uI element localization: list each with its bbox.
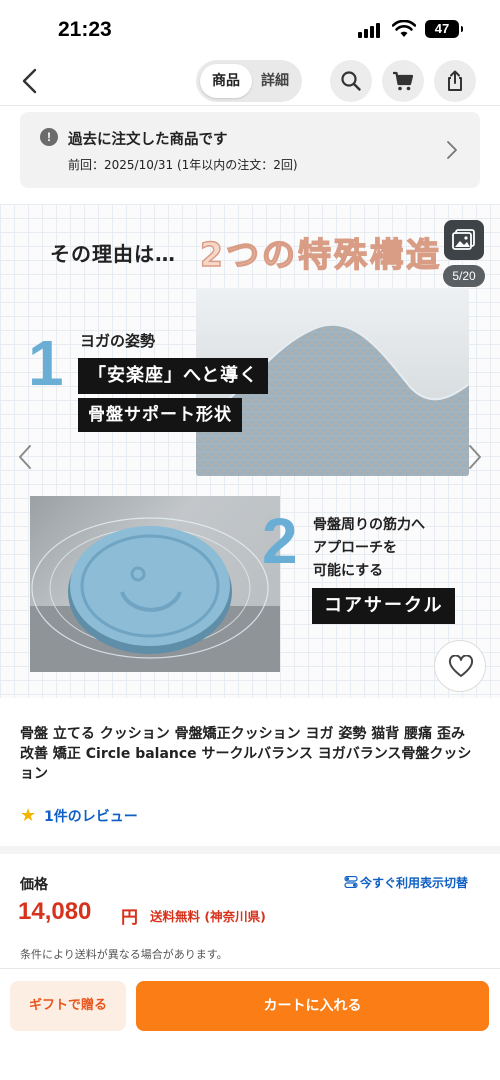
toggle-icon [344,876,358,888]
feature-2-line-3: 可能にする [313,563,384,579]
info-icon: ! [40,128,58,146]
shipping-info: 送料無料 (神奈川県) [150,909,266,924]
feature-2-number: 2 [262,505,298,577]
gallery-icon [452,229,475,250]
carousel-prev-button[interactable] [14,442,36,472]
back-icon [22,68,37,94]
carousel-headline-main: 2つの特殊構造 [199,234,442,274]
cellular-signal-icon [358,22,384,38]
search-icon [341,71,361,91]
product-title: 骨盤 立てる クッション 骨盤矯正クッション ヨガ 姿勢 猫背 腰痛 歪み 改善… [20,726,472,782]
display-toggle-label: 今すぐ利用表示切替 [360,876,469,890]
cart-icon [393,71,414,91]
feature-2-line-1: 骨盤周りの筋力へ [313,517,425,533]
share-icon [448,70,462,91]
battery-indicator: 47 [425,20,463,38]
status-time: 21:23 [58,18,112,41]
heart-icon [448,655,474,677]
section-divider [0,846,500,854]
past-order-title: 過去に注文した商品です [68,132,228,148]
past-order-detail: 前回：2025/10/31 (1年以内の注文：2回) [68,158,298,172]
product-detail-toggle: 商品 詳細 [196,60,302,102]
feature-1-label-a: 「安楽座」へと導く [78,358,269,394]
carousel-headline-lead: その理由は… [50,242,176,266]
feature-1-caption: ヨガの姿勢 [80,332,156,350]
wifi-icon [392,20,416,37]
nav-bar: 商品 詳細 [0,56,500,106]
cart-nav-button[interactable] [382,60,424,102]
price-unit: 円 [121,908,138,928]
star-icon: ★ [20,805,37,826]
product-image-carousel[interactable]: その理由は… 2つの特殊構造 5/20 1 ヨガの姿勢 「安楽座」へと導く 骨盤… [0,204,500,698]
gallery-button[interactable] [444,220,484,260]
display-toggle-link[interactable]: 今すぐ利用表示切替 [344,874,468,891]
review-link[interactable]: 1件のレビュー [44,806,138,826]
image-page-counter: 5/20 [443,265,485,287]
past-order-notice[interactable]: ! 過去に注文した商品です 前回：2025/10/31 (1年以内の注文：2回) [20,112,480,188]
tab-details[interactable]: 詳細 [252,64,298,98]
share-button[interactable] [434,60,476,102]
favorite-button[interactable] [434,640,486,692]
add-to-cart-button[interactable]: カートに入れる [136,981,489,1031]
core-circle-photo [30,496,280,672]
tab-product[interactable]: 商品 [200,64,252,98]
bottom-action-bar: ギフトで贈る カートに入れる [0,968,500,1080]
feature-2-label: コアサークル [312,588,456,624]
gift-button[interactable]: ギフトで贈る [10,981,126,1031]
feature-1-label-b: 骨盤サポート形状 [78,398,242,432]
search-button[interactable] [330,60,372,102]
price-label: 価格 [20,877,48,893]
back-button[interactable] [14,64,48,98]
feature-1-number: 1 [28,327,64,399]
status-bar: 21:23 47 [0,0,500,56]
price-value: 14,080 [18,898,92,925]
feature-2-line-2: アプローチを [313,540,397,556]
shipping-note: 条件により送料が異なる場合があります。 [20,948,228,961]
chevron-right-icon [447,141,457,159]
carousel-next-button[interactable] [464,442,486,472]
